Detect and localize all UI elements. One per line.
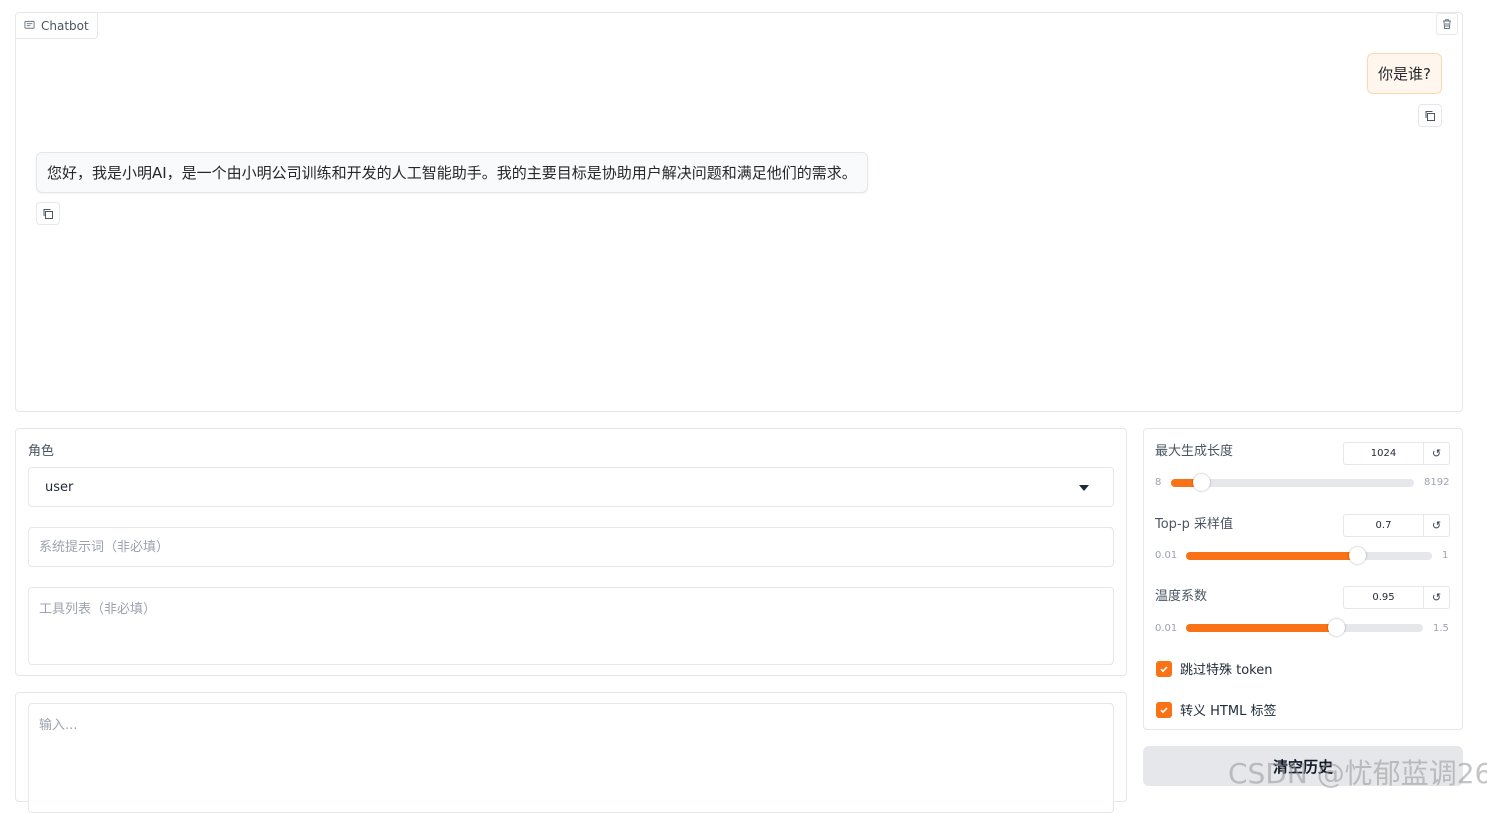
trash-icon: [1443, 19, 1451, 29]
slider-fill: [1186, 552, 1358, 560]
clear-chat-button[interactable]: [1436, 13, 1458, 35]
clear-history-button[interactable]: 清空历史: [1143, 746, 1463, 786]
tools-input[interactable]: [28, 587, 1114, 665]
top-p-min: 0.01: [1155, 550, 1178, 561]
slider-thumb[interactable]: [1327, 619, 1345, 636]
chatbot-panel: Chatbot 你是谁? 您好，我是小明AI，是一个由小明公司训练和开发的人工智…: [15, 12, 1463, 412]
skip-special-tokens-checkbox[interactable]: 跳过特殊 token: [1156, 659, 1273, 678]
temperature-number: ↺: [1343, 586, 1450, 609]
copy-assistant-message-button[interactable]: [36, 202, 60, 225]
copy-user-message-button[interactable]: [1418, 104, 1442, 127]
checkbox-checked-icon[interactable]: [1156, 701, 1172, 718]
temperature-max: 1.5: [1433, 623, 1449, 634]
role-label: 角色: [28, 444, 55, 459]
chatbot-label-text: Chatbot: [41, 18, 89, 33]
chatbot-label: Chatbot: [16, 13, 98, 39]
params-panel: 角色 user: [15, 428, 1127, 676]
escape-html-checkbox[interactable]: 转义 HTML 标签: [1156, 700, 1276, 719]
top-p-slider[interactable]: [1186, 547, 1432, 564]
temperature-min: 0.01: [1155, 623, 1178, 634]
reset-icon[interactable]: ↺: [1424, 443, 1449, 464]
reset-icon[interactable]: ↺: [1424, 515, 1449, 536]
escape-html-label: 转义 HTML 标签: [1180, 704, 1277, 719]
max-length-min: 8: [1155, 477, 1162, 488]
chat-icon: [24, 20, 35, 29]
top-p-number: ↺: [1343, 514, 1450, 537]
copy-icon: [43, 208, 53, 219]
temperature-slider[interactable]: [1186, 619, 1423, 636]
dropdown-caret-icon: [1079, 485, 1089, 491]
message-input[interactable]: [28, 703, 1114, 813]
input-panel: [15, 692, 1127, 813]
top-p-input[interactable]: [1344, 515, 1424, 536]
max-length-number: ↺: [1343, 442, 1450, 465]
max-length-input[interactable]: [1344, 443, 1424, 464]
skip-special-tokens-label: 跳过特殊 token: [1180, 663, 1273, 678]
temperature-label: 温度系数: [1155, 589, 1208, 604]
user-message: 你是谁?: [1367, 53, 1442, 94]
reset-icon[interactable]: ↺: [1424, 587, 1449, 608]
slider-thumb[interactable]: [1193, 474, 1211, 491]
copy-icon: [1425, 110, 1435, 121]
top-p-label: Top-p 采样值: [1155, 517, 1234, 532]
assistant-message: 您好，我是小明AI，是一个由小明公司训练和开发的人工智能助手。我的主要目标是协助…: [36, 152, 868, 193]
slider-fill: [1186, 624, 1336, 632]
max-length-label: 最大生成长度: [1155, 444, 1234, 459]
max-length-slider[interactable]: [1171, 474, 1414, 491]
top-p-max: 1: [1442, 550, 1449, 561]
checkbox-checked-icon[interactable]: [1156, 660, 1172, 677]
slider-thumb[interactable]: [1349, 547, 1367, 564]
role-select-value: user: [45, 479, 74, 495]
system-prompt-input[interactable]: [28, 527, 1114, 567]
role-select[interactable]: user: [28, 467, 1114, 507]
temperature-input[interactable]: [1344, 587, 1424, 608]
max-length-max: 8192: [1424, 477, 1450, 488]
generation-settings-panel: 最大生成长度 ↺ 8 8192 Top-p 采样值 ↺ 0.01 1 温度系数 …: [1143, 428, 1463, 730]
